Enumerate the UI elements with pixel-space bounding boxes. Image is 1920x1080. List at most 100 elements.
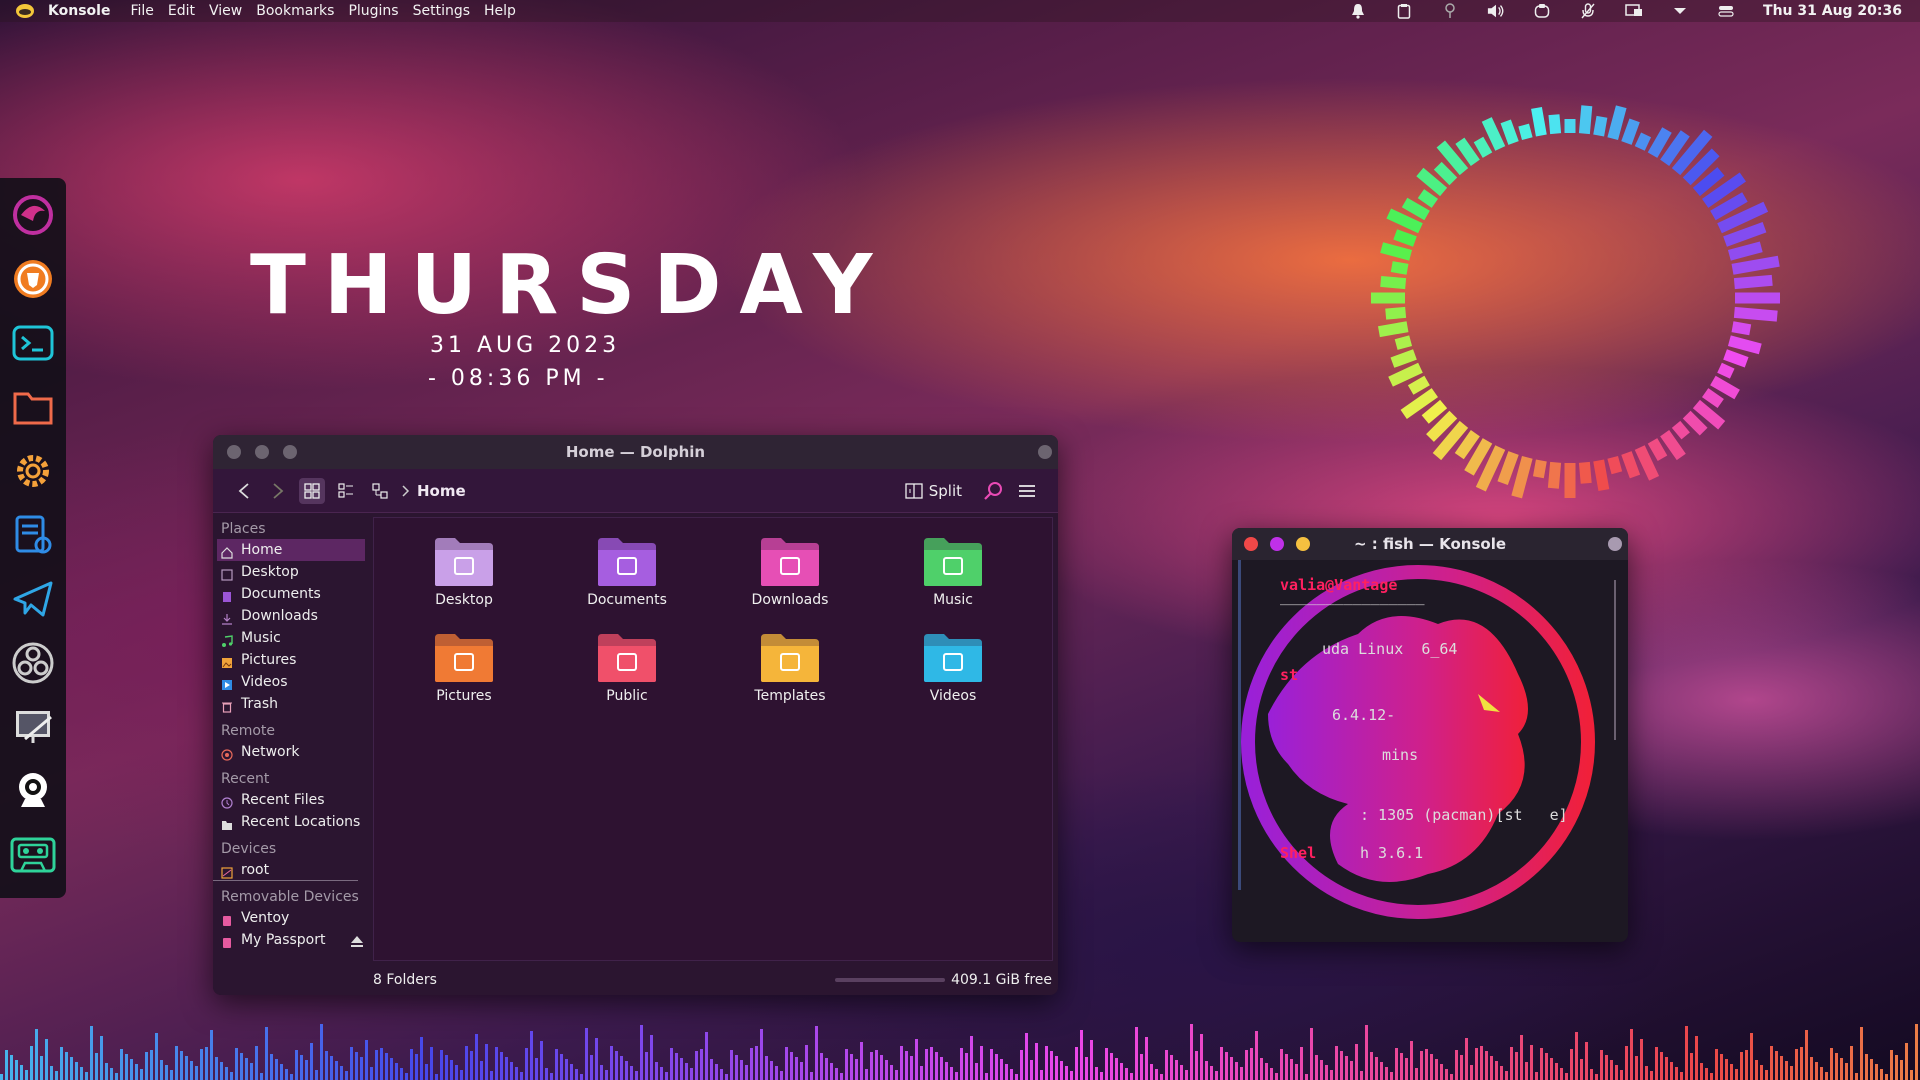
folder-templates[interactable]: Templates xyxy=(730,632,850,704)
dragon-app-icon[interactable] xyxy=(8,190,58,240)
spectrum-bar xyxy=(760,1029,763,1080)
sidebar-item-root[interactable]: root xyxy=(213,859,358,881)
sidebar-item-videos[interactable]: Videos xyxy=(213,671,368,693)
spectrum-bar xyxy=(1645,1066,1648,1080)
menu-help[interactable]: Help xyxy=(484,3,516,19)
brave-browser-icon[interactable] xyxy=(8,254,58,304)
back-button[interactable] xyxy=(231,478,257,504)
spectrum-bar xyxy=(710,1059,713,1080)
toggle-icon[interactable] xyxy=(1717,2,1735,20)
display-icon[interactable] xyxy=(1625,2,1643,20)
konsole-extra-dot[interactable] xyxy=(1608,537,1622,551)
telegram-icon[interactable] xyxy=(8,574,58,624)
spectrum-bar xyxy=(150,1050,153,1080)
shield-icon[interactable] xyxy=(1533,2,1551,20)
menu-settings[interactable]: Settings xyxy=(413,3,470,19)
microphone-icon[interactable] xyxy=(1579,2,1597,20)
spectrum-bar xyxy=(755,1046,758,1080)
spectrum-bar xyxy=(1865,1054,1868,1080)
spectrum-bar xyxy=(1440,1064,1443,1080)
webcam-icon[interactable] xyxy=(8,766,58,816)
hamburger-menu-button[interactable] xyxy=(1014,478,1040,504)
clipboard-icon[interactable] xyxy=(1395,2,1413,20)
spectrum-bar xyxy=(1335,1046,1338,1080)
folder-icon[interactable] xyxy=(8,382,58,432)
visualizer-bar xyxy=(1682,410,1708,436)
spectrum-bar xyxy=(185,1056,188,1080)
music-folder-icon xyxy=(922,536,984,588)
sidebar-item-recent-locations[interactable]: Recent Locations xyxy=(213,811,368,833)
visualizer-bar xyxy=(1671,420,1690,440)
konsole-titlebar[interactable]: ~ : fish — Konsole xyxy=(1232,528,1628,560)
compact-view-button[interactable] xyxy=(333,478,359,504)
folder-desktop[interactable]: Desktop xyxy=(404,536,524,608)
search-button[interactable] xyxy=(980,478,1006,504)
active-app-name[interactable]: Konsole xyxy=(48,3,110,19)
spectrum-bar xyxy=(790,1052,793,1080)
breadcrumb-home[interactable]: Home xyxy=(417,482,466,500)
obs-icon[interactable] xyxy=(8,638,58,688)
details-view-button[interactable] xyxy=(367,478,393,504)
settings-gear-icon[interactable] xyxy=(8,446,58,496)
menu-view[interactable]: View xyxy=(209,3,242,19)
visualizer-bar xyxy=(1731,321,1752,336)
sidebar-item-desktop[interactable]: Desktop xyxy=(213,561,368,583)
spectrum-bar xyxy=(220,1062,223,1080)
split-button[interactable]: Split xyxy=(905,482,962,500)
spectrum-bar xyxy=(10,1055,13,1080)
terminal-scrollbar[interactable] xyxy=(1612,572,1618,902)
folder-music[interactable]: Music xyxy=(893,536,1013,608)
spectrum-bar xyxy=(1325,1065,1328,1080)
volume-icon[interactable] xyxy=(1487,2,1505,20)
folder-downloads[interactable]: Downloads xyxy=(730,536,850,608)
spectrum-bar xyxy=(1180,1065,1183,1080)
sidebar-item-downloads[interactable]: Downloads xyxy=(213,605,368,627)
spectrum-bar xyxy=(810,1072,813,1080)
folder-documents[interactable]: Documents xyxy=(567,536,687,608)
terminal-output[interactable]: valia@Vantage ‾‾‾‾‾‾‾‾‾‾‾‾‾‾‾‾ uda Linux… xyxy=(1232,560,1628,942)
spectrum-bar xyxy=(1010,1069,1013,1080)
spectrum-bar xyxy=(130,1059,133,1080)
sidebar-item-ventoy[interactable]: Ventoy xyxy=(213,907,368,929)
window-close-button[interactable] xyxy=(1038,445,1052,459)
terminal-icon[interactable] xyxy=(8,318,58,368)
folder-pictures[interactable]: Pictures xyxy=(404,632,524,704)
sidebar-item-network[interactable]: Network xyxy=(213,741,368,763)
chevron-down-icon[interactable] xyxy=(1671,2,1689,20)
sidebar-item-recent-files[interactable]: Recent Files xyxy=(213,789,368,811)
menu-edit[interactable]: Edit xyxy=(168,3,195,19)
spectrum-bar xyxy=(1095,1067,1098,1080)
spectrum-bar xyxy=(1790,1066,1793,1080)
spectrum-bar xyxy=(0,1074,3,1080)
sidebar-item-trash[interactable]: Trash xyxy=(213,693,368,715)
clock[interactable]: Thu 31 Aug 20:36 xyxy=(1763,3,1902,19)
sidebar-label: Ventoy xyxy=(241,910,290,926)
sidebar-item-documents[interactable]: Documents xyxy=(213,583,368,605)
dolphin-titlebar[interactable]: Home — Dolphin xyxy=(213,435,1058,469)
folder-videos[interactable]: Videos xyxy=(893,632,1013,704)
hamburger-icon xyxy=(1019,485,1035,497)
cassette-icon[interactable] xyxy=(8,830,58,880)
eject-icon[interactable] xyxy=(350,933,364,955)
bell-icon[interactable] xyxy=(1349,2,1367,20)
menu-file[interactable]: File xyxy=(130,3,153,19)
sidebar-item-my-passport[interactable]: My Passport xyxy=(213,929,368,951)
spectrum-bar xyxy=(1580,1059,1583,1080)
folder-public[interactable]: Public xyxy=(567,632,687,704)
icons-view-button[interactable] xyxy=(299,477,325,504)
screenshot-icon[interactable] xyxy=(8,702,58,752)
scrollbar-thumb[interactable] xyxy=(1614,580,1616,740)
spectrum-bar xyxy=(1260,1058,1263,1080)
location-icon[interactable] xyxy=(1441,2,1459,20)
menu-plugins[interactable]: Plugins xyxy=(348,3,398,19)
music-icon xyxy=(221,632,233,647)
spectrum-bar xyxy=(1685,1026,1688,1080)
menu-bookmarks[interactable]: Bookmarks xyxy=(256,3,334,19)
spectrum-bar xyxy=(415,1054,418,1080)
forward-button[interactable] xyxy=(265,478,291,504)
sidebar-item-home[interactable]: Home xyxy=(217,539,365,561)
sidebar-item-music[interactable]: Music xyxy=(213,627,368,649)
text-editor-icon[interactable] xyxy=(8,510,58,560)
sidebar-item-pictures[interactable]: Pictures xyxy=(213,649,368,671)
distro-logo-icon[interactable] xyxy=(14,0,36,22)
